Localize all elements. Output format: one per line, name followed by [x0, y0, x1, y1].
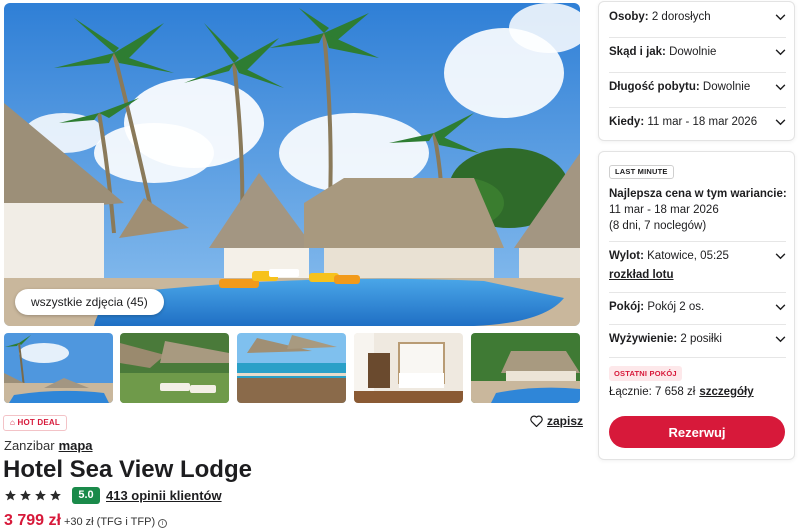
flight-selector[interactable]: Wylot: Katowice, 05:25 — [609, 250, 786, 262]
duration-selector[interactable]: Długość pobytu: Dowolnie — [609, 81, 786, 93]
offer-nights: (8 dni, 7 noclegów) — [609, 220, 707, 232]
review-score-badge: 5.0 — [72, 487, 100, 504]
save-label: zapisz — [547, 414, 584, 428]
location-name: Zanzibar — [4, 438, 55, 453]
offer-dates: 11 mar - 18 mar 2026 — [609, 204, 719, 216]
hero-photo-illustration — [4, 3, 580, 326]
offer-panel: LAST MINUTE Najlepsza cena w tym warianc… — [598, 151, 795, 460]
persons-selector[interactable]: Osoby: 2 dorosłych — [609, 11, 786, 23]
hotel-location: Zanzibar mapa — [4, 438, 93, 453]
thumbnail-image — [4, 333, 113, 403]
price-extra: +30 zł (TFG i TFP) — [63, 516, 156, 528]
departure-label: Wylot: — [609, 250, 644, 262]
last-minute-badge: LAST MINUTE — [609, 165, 674, 179]
divider — [609, 324, 786, 325]
divider — [609, 292, 786, 293]
thumbnail-bedroom[interactable] — [354, 333, 463, 403]
date-selector[interactable]: Kiedy: 11 mar - 18 mar 2026 — [609, 116, 786, 128]
thumbnail-image — [354, 333, 463, 403]
persons-value: 2 dorosłych — [651, 11, 711, 23]
chevron-down-icon — [775, 13, 786, 20]
last-room-badge: OSTATNI POKÓJ — [609, 366, 682, 381]
reviews-link[interactable]: 413 opinii klientów — [106, 488, 222, 503]
room-label: Pokój: — [609, 301, 645, 313]
chevron-down-icon — [775, 335, 786, 342]
divider — [609, 357, 786, 358]
board-selector[interactable]: Wyżywienie: 2 posiłki — [609, 333, 786, 345]
price: 3 799 zł — [4, 512, 61, 529]
heart-icon — [530, 415, 543, 427]
thumbnail-strip — [4, 333, 580, 403]
duration-value: Dowolnie — [702, 81, 751, 93]
when-value: 11 mar - 18 mar 2026 — [647, 116, 758, 128]
chevron-down-icon — [775, 83, 786, 90]
thumbnail-thatched-huts[interactable] — [120, 333, 229, 403]
star-icon — [35, 490, 46, 501]
save-button[interactable]: zapisz — [530, 414, 583, 428]
hot-deal-label: HOT DEAL — [17, 418, 60, 427]
search-panel: Osoby: 2 dorosłych Skąd i jak: Dowolnie … — [598, 1, 795, 141]
star-icon — [50, 490, 61, 501]
departure-value: Katowice, 05:25 — [647, 250, 729, 262]
price-row: 3 799 zł +30 zł (TFG i TFP) i — [4, 512, 168, 530]
star-icon — [20, 490, 31, 501]
divider — [609, 37, 786, 38]
chevron-down-icon — [775, 303, 786, 310]
flight-schedule-link[interactable]: rozkład lotu — [609, 269, 674, 281]
total-price: Łącznie: 7 658 zł szczegóły — [609, 386, 754, 398]
thumbnail-beach-pool[interactable] — [4, 333, 113, 403]
chevron-down-icon — [775, 48, 786, 55]
departure-selector[interactable]: Skąd i jak: Dowolnie — [609, 46, 786, 58]
best-price-info: Najlepsza cena w tym wariancie: 11 mar -… — [609, 186, 789, 234]
hotel-stars — [4, 489, 62, 502]
board-value: 2 posiłki — [680, 333, 722, 345]
from-value: Dowolnie — [669, 46, 717, 58]
from-label: Skąd i jak: — [609, 46, 666, 58]
chevron-down-icon — [775, 118, 786, 125]
thumbnail-terrace-sea[interactable] — [237, 333, 346, 403]
room-selector[interactable]: Pokój: Pokój 2 os. — [609, 301, 786, 313]
star-icon — [5, 490, 16, 501]
chevron-down-icon — [775, 252, 786, 259]
best-price-title: Najlepsza cena w tym wariancie: — [609, 188, 787, 200]
hot-deal-badge: ⌂ HOT DEAL — [3, 415, 67, 431]
room-value: Pokój 2 os. — [647, 301, 705, 313]
thumbnail-image — [237, 333, 346, 403]
all-photos-button[interactable]: wszystkie zdjęcia (45) — [15, 289, 164, 315]
book-button[interactable]: Rezerwuj — [609, 416, 785, 448]
details-link[interactable]: szczegóły — [699, 386, 753, 398]
divider — [609, 107, 786, 108]
thumbnail-pool-garden[interactable] — [471, 333, 580, 403]
when-label: Kiedy: — [609, 116, 645, 128]
hotel-name: Hotel Sea View Lodge — [3, 456, 252, 483]
board-label: Wyżywienie: — [609, 333, 678, 345]
info-icon[interactable]: i — [158, 519, 168, 528]
divider — [609, 72, 786, 73]
total-label: Łącznie: 7 658 zł — [609, 386, 696, 398]
rating-row: 5.0 413 opinii klientów — [4, 487, 222, 504]
thumbnail-image — [471, 333, 580, 403]
map-link[interactable]: mapa — [59, 438, 93, 453]
duration-label: Długość pobytu: — [609, 81, 700, 93]
persons-label: Osoby: — [609, 11, 649, 23]
thumbnail-image — [120, 333, 229, 403]
divider — [609, 241, 786, 242]
hero-photo[interactable] — [4, 3, 580, 326]
